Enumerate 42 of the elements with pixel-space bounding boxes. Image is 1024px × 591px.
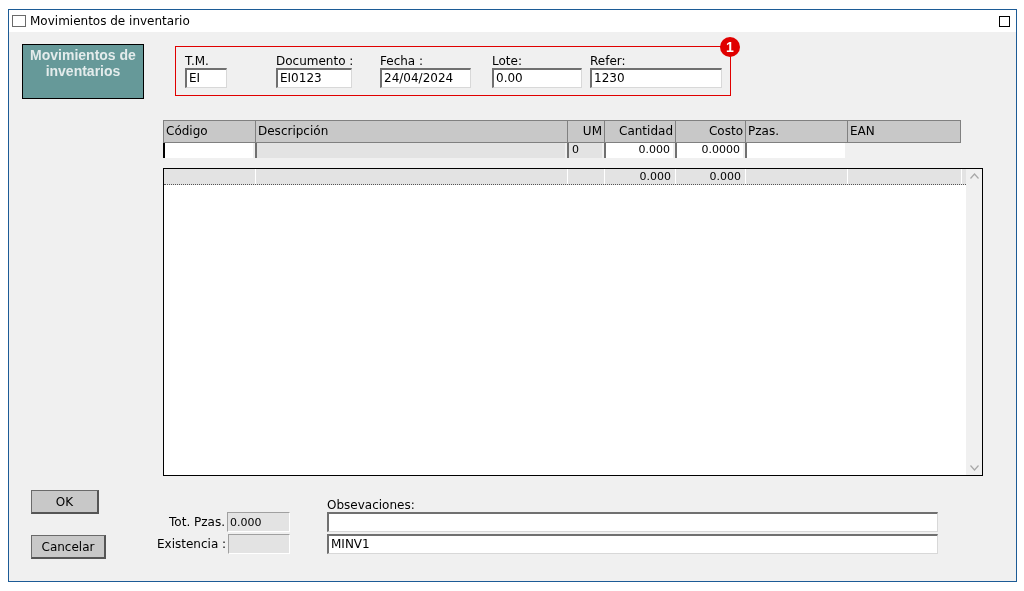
field-label: Obsevaciones: (327, 498, 416, 512)
column-header: Costo (675, 120, 745, 143)
input-field[interactable]: 0.00 (492, 68, 582, 88)
input-field[interactable]: 24/04/2024 (380, 68, 471, 88)
column-header: Descripción (255, 120, 567, 143)
logo-banner: Movimientos de inventarios (22, 44, 144, 99)
field-label: Fecha : (380, 54, 425, 68)
column-header: UM (567, 120, 604, 143)
field-label: Existencia : (157, 537, 227, 551)
field-label: Lote: (492, 54, 523, 68)
column-header: Código (163, 120, 255, 143)
input-field[interactable] (255, 143, 565, 158)
input-field[interactable]: EI (185, 68, 227, 88)
input-field[interactable]: 0 (567, 143, 602, 158)
column-header: Pzas. (745, 120, 847, 143)
column-header: EAN (847, 120, 961, 143)
maximize-button[interactable] (999, 15, 1010, 27)
scroll-up-icon[interactable] (969, 173, 979, 179)
field-label: Tot. Pzas. (169, 515, 225, 529)
window-title: Movimientos de inventario (30, 14, 191, 28)
input-field[interactable]: 1230 (590, 68, 722, 88)
column-header: Cantidad (604, 120, 675, 143)
readonly-field (228, 534, 290, 554)
field-label: Documento : (276, 54, 355, 68)
scrollbar[interactable] (966, 169, 982, 475)
ok-button[interactable]: OK (31, 490, 99, 514)
input-field[interactable]: 0.0000 (675, 143, 743, 158)
number-badge: 1 (720, 37, 740, 57)
total-cell: 0.000 (676, 169, 746, 184)
scroll-down-icon[interactable] (969, 465, 979, 471)
input-field[interactable] (745, 143, 845, 158)
input-field[interactable]: MINV1 (327, 534, 938, 554)
input-field[interactable]: EI0123 (276, 68, 352, 88)
field-label: T.M. (185, 54, 210, 68)
input-field[interactable] (163, 143, 253, 158)
input-field[interactable] (327, 512, 938, 532)
input-field[interactable]: 0.000 (604, 143, 673, 158)
cancel-button[interactable]: Cancelar (31, 535, 106, 559)
window-icon (12, 15, 26, 27)
total-cell: 0.000 (605, 169, 676, 184)
field-label: Refer: (590, 54, 627, 68)
readonly-field: 0.000 (227, 512, 290, 532)
